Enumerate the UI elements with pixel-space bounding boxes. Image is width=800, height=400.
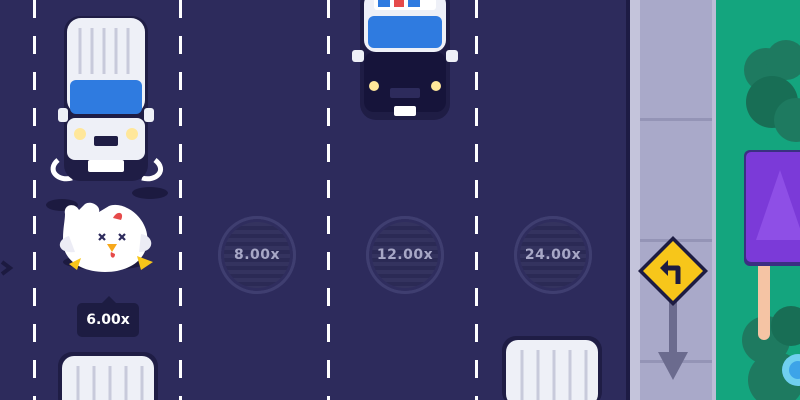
road-sign [638, 236, 708, 380]
white-truck-bottom [58, 352, 158, 400]
chicken-icon [59, 202, 153, 272]
down-arrow-icon [658, 352, 688, 380]
bush [744, 40, 800, 142]
white-truck [50, 16, 163, 182]
multiplier-label: 8.00x [233, 247, 281, 263]
police-car [352, 0, 458, 120]
current-multiplier-badge: 6.00x [77, 296, 139, 337]
multiplier-plaque-1[interactable]: 8.00x [218, 216, 296, 294]
game-scene: 8.00x 12.00x 24.00x 6.00x [0, 0, 800, 400]
white-truck-bottom-right [502, 336, 602, 400]
multiplier-plaque-2[interactable]: 12.00x [366, 216, 444, 294]
multiplier-label: 24.00x [524, 247, 582, 263]
multiplier-label: 12.00x [376, 247, 434, 263]
multiplier-plaque-3[interactable]: 24.00x [514, 216, 592, 294]
umbrella [744, 150, 800, 340]
